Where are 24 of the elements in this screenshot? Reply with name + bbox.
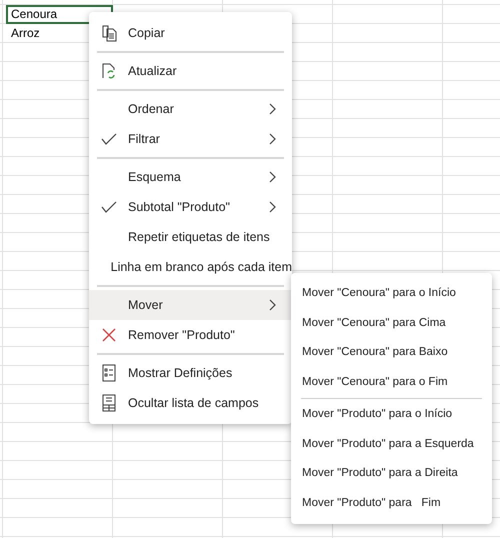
menu-item[interactable]: Ocultar lista de campos (89, 388, 292, 418)
menu-item[interactable]: Remover "Produto" (89, 320, 292, 350)
copy-icon (100, 24, 118, 42)
refresh-document-icon (100, 62, 118, 80)
menu-item[interactable]: Ordenar (89, 94, 292, 124)
menu-item[interactable]: Esquema (89, 162, 292, 192)
menu-item[interactable]: Mover "Produto" para Fim (291, 488, 492, 518)
field-list-icon (102, 394, 116, 412)
menu-item[interactable]: Mover "Cenoura" para o Fim (291, 368, 492, 397)
close-icon (100, 327, 116, 343)
menu-item[interactable]: Repetir etiquetas de itens (89, 222, 292, 252)
menu-item[interactable]: Atualizar (89, 56, 292, 86)
menu-item[interactable]: Mostrar Definições (89, 358, 292, 388)
menu-item[interactable]: Mover "Produto" para o Início (291, 400, 492, 430)
menu-item[interactable]: Mover "Produto" para a Direita (291, 459, 492, 488)
menu-item[interactable]: Mover (89, 290, 292, 320)
menu-item[interactable]: Subtotal "Produto" (89, 192, 292, 222)
settings-list-icon (102, 364, 116, 382)
menu-item[interactable]: Mover "Cenoura" para Baixo (291, 338, 492, 368)
menu-item[interactable]: Mover "Cenoura" para Cima (291, 308, 492, 338)
menu-item[interactable]: Linha em branco após cada item (89, 252, 292, 282)
menu-item[interactable]: Mover "Cenoura" para o Início (291, 279, 492, 308)
menu-item[interactable]: Mover "Produto" para a Esquerda (291, 430, 492, 459)
menu-item[interactable]: Filtrar (89, 124, 292, 154)
